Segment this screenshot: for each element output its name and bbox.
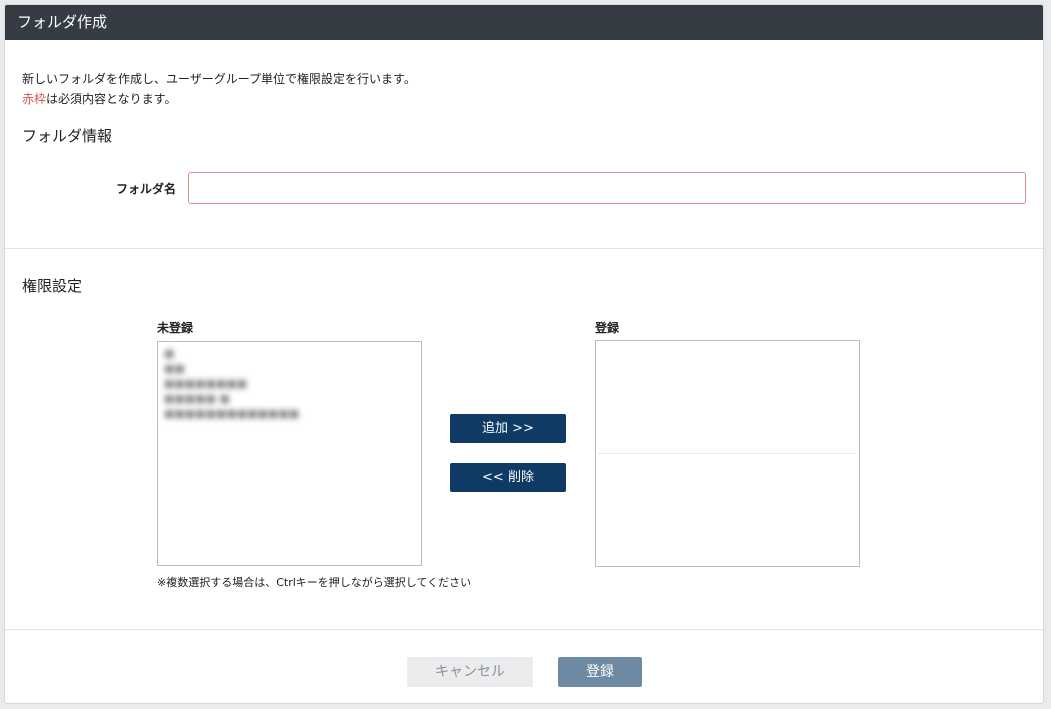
registered-listbox[interactable] [595,340,860,567]
add-button[interactable]: 追加 >> [450,414,566,443]
description-line: 新しいフォルダを作成し、ユーザーグループ単位で権限設定を行います。 [22,72,416,86]
submit-button[interactable]: 登録 [558,657,642,687]
list-item[interactable]: ■■ [158,361,421,376]
section-divider [5,248,1043,249]
folder-name-input[interactable] [188,172,1026,204]
list-item[interactable]: ■ [158,346,421,361]
required-note: 赤枠は必須内容となります。 [22,89,416,109]
unregistered-listbox[interactable]: ■ ■■ ■■■■■■■■ ■■■■■ ■ ■■■■■■■■■■■■■ [157,341,422,566]
required-red-text: 赤枠 [22,92,47,106]
cancel-button[interactable]: キャンセル [407,657,533,687]
folder-name-label: フォルダ名 [116,182,177,196]
unregistered-label: 未登録 [157,321,194,335]
multi-select-note: ※複数選択する場合は、Ctrlキーを押しながら選択してください [157,576,472,589]
remove-button[interactable]: << 削除 [450,463,566,492]
dialog-description: 新しいフォルダを作成し、ユーザーグループ単位で権限設定を行います。 赤枠は必須内… [22,69,416,109]
footer-divider [5,629,1043,630]
registered-label: 登録 [595,321,620,335]
permissions-title: 権限設定 [22,277,83,295]
create-folder-dialog: フォルダ作成 新しいフォルダを作成し、ユーザーグループ単位で権限設定を行います。… [4,4,1044,704]
list-divider [599,453,856,454]
list-item[interactable]: ■■■■■■■■■■■■■ [158,406,421,421]
required-rest-text: は必須内容となります。 [46,92,177,106]
folder-info-title: フォルダ情報 [22,127,113,145]
list-item[interactable]: ■■■■■ ■ [158,391,421,406]
dialog-title: フォルダ作成 [5,5,1043,40]
list-item[interactable]: ■■■■■■■■ [158,376,421,391]
